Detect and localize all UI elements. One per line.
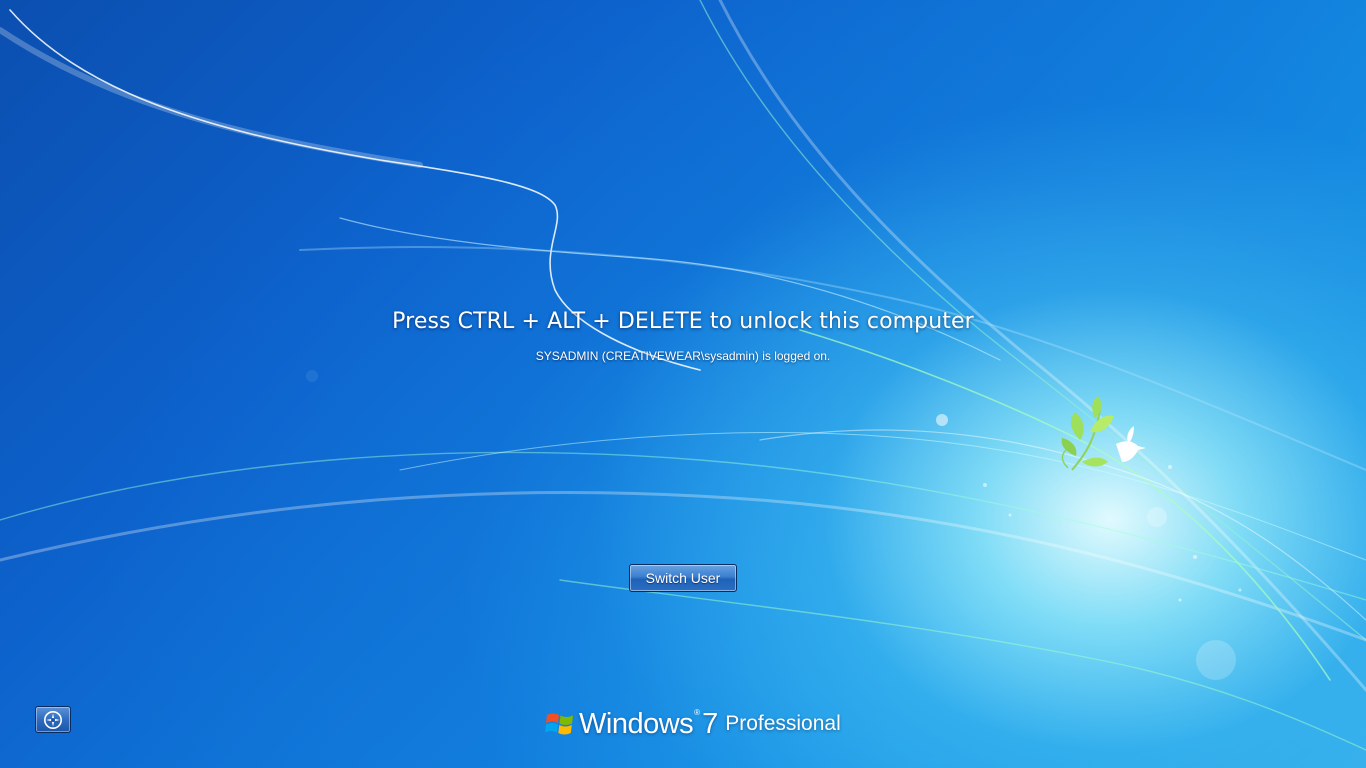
windows-flag-icon [545,713,573,735]
brand-version: 7 [702,708,719,740]
brand-trademark: ® [694,708,701,717]
brand-edition: Professional [725,712,841,735]
ease-of-access-button[interactable] [35,706,71,733]
wallpaper [0,0,1366,768]
hummingbird [1116,426,1146,462]
unlock-instruction: Press CTRL + ALT + DELETE to unlock this… [392,309,974,334]
logged-on-status: SYSADMIN (CREATIVEWEAR\sysadmin) is logg… [535,349,831,363]
brand-windows-text: Windows [579,708,694,740]
ease-of-access-icon [44,710,62,729]
switch-user-button[interactable]: Switch User [629,564,737,592]
windows-branding: Windows ® 7 Professional [545,700,841,744]
wallpaper-light-streaks [0,0,1366,751]
